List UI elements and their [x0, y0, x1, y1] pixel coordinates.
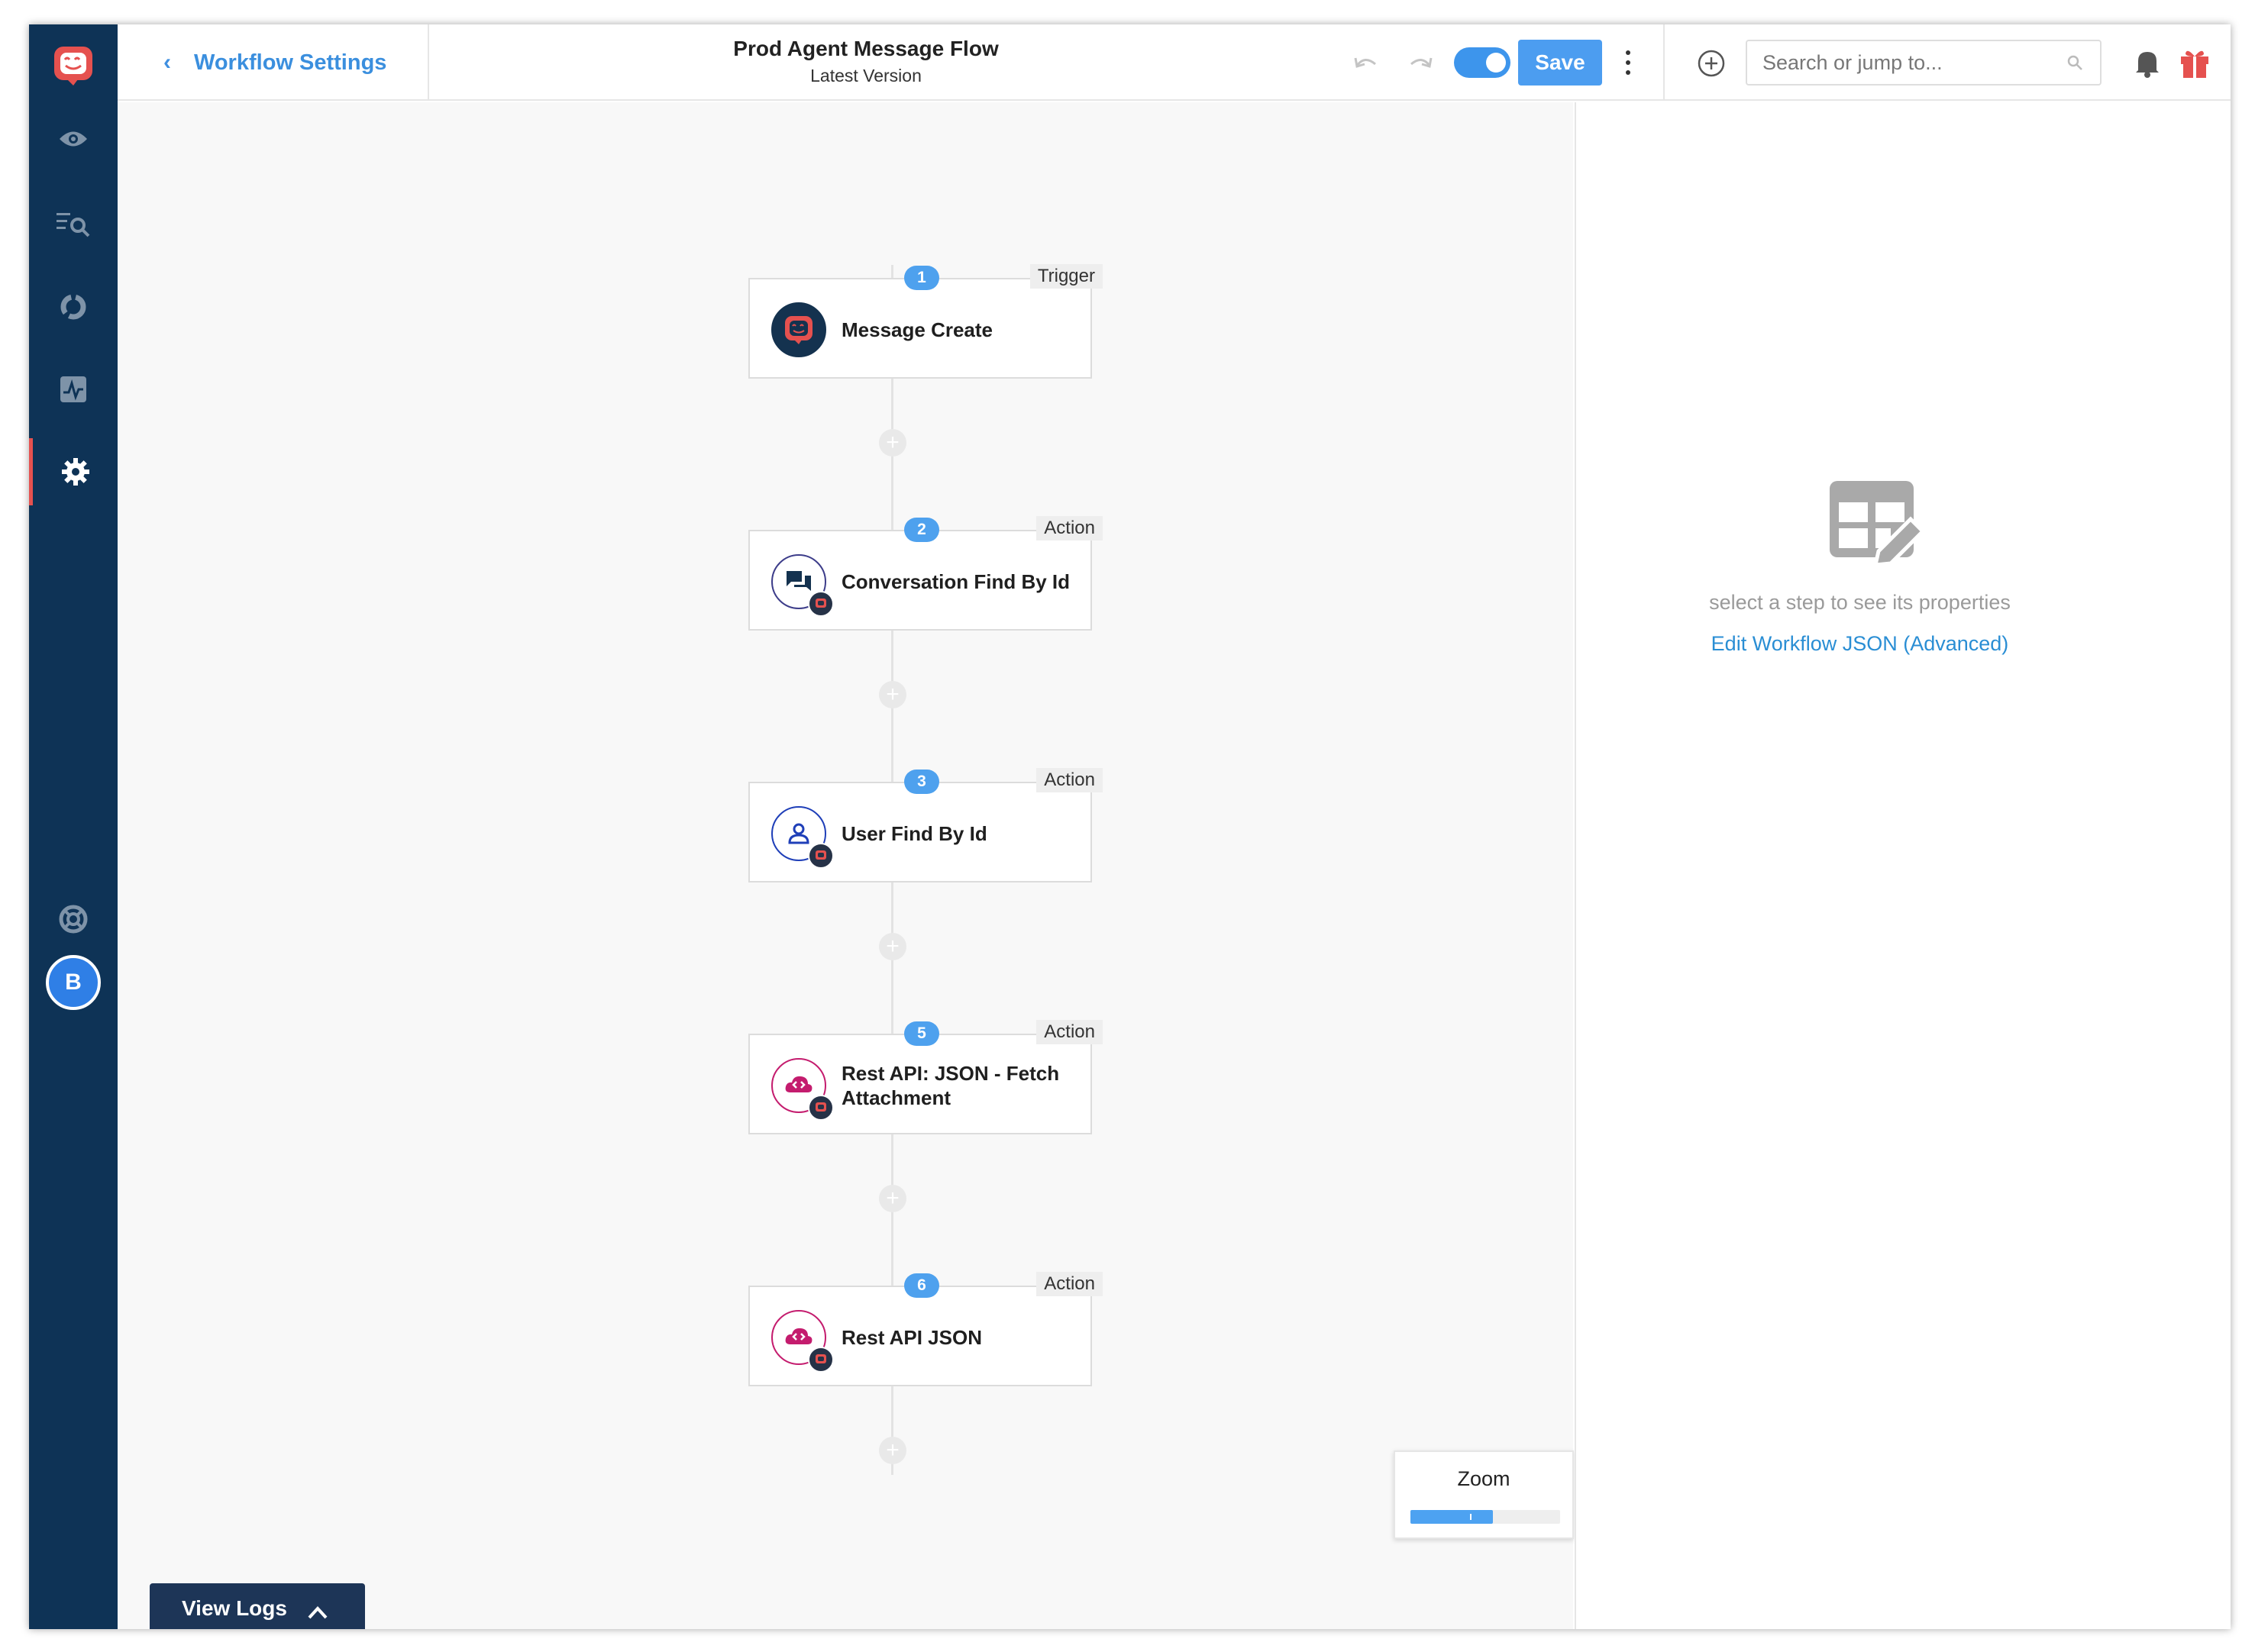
global-toolbar [1663, 24, 2231, 101]
workflow-step-card[interactable]: 1 Trigger Message Create [748, 264, 1103, 379]
left-nav-rail: B [29, 24, 118, 1629]
view-logs-label: View Logs [182, 1596, 287, 1620]
save-button[interactable]: Save [1518, 40, 1602, 86]
workflow-step-card[interactable]: 5 Action Rest API: JSON - Fetch Attachme… [748, 1020, 1103, 1134]
zoom-slider[interactable] [1410, 1510, 1560, 1524]
workflow-title: Prod Agent Message Flow [733, 37, 999, 60]
workflow-canvas[interactable]: + + + + + 1 Trigger Message Create 2 Act… [118, 102, 1573, 1629]
chevron-left-icon: ‹ [163, 50, 171, 75]
empty-state-text: select a step to see its properties [1709, 591, 2011, 614]
gear-icon[interactable] [29, 438, 118, 505]
gift-icon[interactable] [2178, 46, 2211, 79]
step-number-badge: 2 [904, 518, 939, 542]
app-mini-logo-icon [808, 1347, 834, 1373]
chevron-up-icon [307, 1601, 328, 1619]
app-window: B ‹ Workflow Settings Prod Agent Message… [29, 24, 2231, 1629]
workflow-enabled-toggle[interactable] [1454, 47, 1510, 78]
app-mini-logo-icon [808, 591, 834, 617]
app-logo-icon[interactable] [52, 44, 95, 87]
step-name: Rest API JSON [842, 1326, 982, 1349]
zoom-control: Zoom [1394, 1450, 1574, 1539]
user-avatar[interactable]: B [46, 955, 101, 1010]
add-step-plus-icon[interactable]: + [879, 1185, 906, 1212]
zoom-slider-fill [1410, 1510, 1493, 1524]
step-name: Conversation Find By Id [842, 570, 1071, 593]
app-mini-logo-icon [808, 843, 834, 869]
more-options-icon[interactable] [1620, 47, 1636, 78]
view-logs-button[interactable]: View Logs [150, 1583, 365, 1629]
step-number-badge: 3 [904, 770, 939, 794]
activity-monitor-icon[interactable] [29, 356, 118, 423]
workflow-step-card[interactable]: 2 Action Conversation Find By Id [748, 516, 1103, 631]
app-logo-icon [771, 302, 826, 357]
step-name: Message Create [842, 318, 993, 341]
step-number-badge: 1 [904, 266, 939, 290]
workflow-step-card[interactable]: 3 Action User Find By Id [748, 768, 1103, 882]
bell-icon[interactable] [2134, 47, 2161, 78]
step-name: Rest API: JSON - Fetch Attachment [842, 1062, 1060, 1109]
search-icon [2066, 54, 2083, 71]
edit-workflow-json-link[interactable]: Edit Workflow JSON (Advanced) [1576, 632, 2144, 656]
zoom-label: Zoom [1457, 1467, 1510, 1490]
step-type-label: Action [1036, 768, 1103, 792]
app-mini-logo-icon [808, 1095, 834, 1121]
table-edit-icon [1825, 476, 1927, 576]
step-type-label: Action [1036, 1020, 1103, 1044]
step-number-badge: 6 [904, 1273, 939, 1298]
top-bar: ‹ Workflow Settings Prod Agent Message F… [118, 24, 2231, 101]
back-link-label: Workflow Settings [194, 50, 387, 75]
search-box [1746, 40, 2102, 86]
properties-panel: select a step to see its properties Edit… [1575, 102, 2142, 1629]
list-search-icon[interactable] [29, 191, 118, 258]
step-type-label: Action [1036, 1272, 1103, 1296]
toggle-knob [1486, 53, 1506, 73]
lifebuoy-icon[interactable] [29, 886, 118, 953]
add-step-plus-icon[interactable]: + [879, 429, 906, 457]
add-step-plus-icon[interactable]: + [879, 1437, 906, 1464]
chart-ring-icon[interactable] [29, 273, 118, 340]
workflow-version: Latest Version [810, 66, 922, 86]
redo-icon[interactable] [1405, 47, 1436, 78]
add-step-plus-icon[interactable]: + [879, 681, 906, 708]
eye-icon[interactable] [29, 105, 118, 173]
workflow-step-card[interactable]: 6 Action Rest API JSON [748, 1272, 1103, 1386]
zoom-slider-thumb[interactable] [1470, 1514, 1472, 1520]
add-step-plus-icon[interactable]: + [879, 933, 906, 960]
undo-icon[interactable] [1351, 47, 1381, 78]
step-type-label: Action [1036, 516, 1103, 540]
add-circle-icon[interactable] [1697, 49, 1726, 78]
step-number-badge: 5 [904, 1021, 939, 1046]
search-input[interactable] [1747, 41, 2068, 84]
step-type-label: Trigger [1029, 264, 1103, 289]
workflow-settings-back-link[interactable]: ‹ Workflow Settings [118, 24, 429, 101]
step-name: User Find By Id [842, 822, 987, 845]
